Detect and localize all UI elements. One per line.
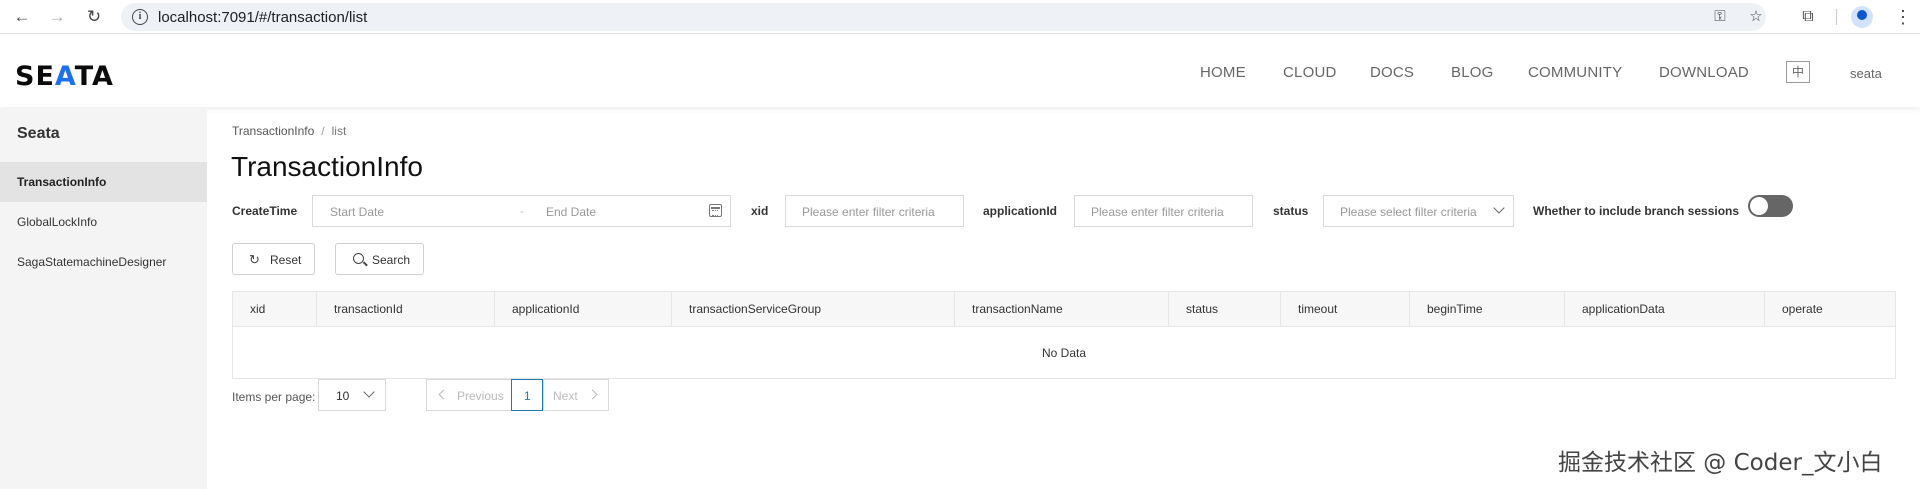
reset-button-label: Reset bbox=[270, 253, 302, 267]
sidebar-item-globallockinfo[interactable]: GlobalLockInfo bbox=[0, 202, 207, 242]
column-header-applicationdata: applicationData bbox=[1565, 292, 1765, 327]
column-header-timeout: timeout bbox=[1281, 292, 1410, 327]
sidebar-title: Seata bbox=[17, 125, 60, 142]
xid-input[interactable]: Please enter filter criteria bbox=[785, 195, 964, 227]
language-switch-button[interactable]: 中 bbox=[1786, 61, 1810, 83]
breadcrumb-separator: / bbox=[321, 124, 325, 138]
address-bar[interactable]: i localhost:7091/#/transaction/list ⚿ ☆ bbox=[121, 3, 1766, 31]
items-per-page-label: Items per page: bbox=[232, 390, 316, 404]
toggle-knob bbox=[1750, 197, 1768, 215]
status-label: status bbox=[1273, 204, 1309, 218]
profile-avatar-icon[interactable] bbox=[1851, 6, 1873, 28]
address-bar-url[interactable]: localhost:7091/#/transaction/list bbox=[158, 9, 367, 26]
nav-download[interactable]: DOWNLOAD bbox=[1659, 64, 1749, 81]
reset-icon: ↻ bbox=[249, 252, 260, 267]
page-number-label: 1 bbox=[524, 389, 531, 403]
applicationid-label: applicationId bbox=[983, 204, 1058, 218]
column-header-applicationid: applicationId bbox=[495, 292, 672, 327]
search-icon bbox=[353, 253, 364, 264]
column-header-xid: xid bbox=[233, 292, 317, 327]
breadcrumb-item-list: list bbox=[331, 124, 347, 138]
xid-input-placeholder[interactable]: Please enter filter criteria bbox=[802, 205, 935, 219]
nav-blog[interactable]: BLOG bbox=[1451, 64, 1493, 81]
table-empty-message: No Data bbox=[1041, 346, 1087, 360]
column-header-transactionservicegroup: transactionServiceGroup bbox=[672, 292, 955, 327]
column-header-begintime: beginTime bbox=[1410, 292, 1565, 327]
calendar-icon[interactable] bbox=[709, 204, 722, 217]
next-page-button[interactable]: Next bbox=[543, 379, 609, 411]
forward-arrow-icon[interactable]: → bbox=[46, 7, 68, 27]
breadcrumb: TransactionInfo / list bbox=[232, 124, 346, 138]
reload-icon[interactable]: ↻ bbox=[83, 7, 105, 27]
transaction-table: xid transactionId applicationId transact… bbox=[232, 291, 1896, 379]
end-date-input[interactable]: End Date bbox=[546, 205, 596, 219]
nav-community[interactable]: COMMUNITY bbox=[1528, 64, 1622, 81]
watermark-text: 掘金技术社区 @ Coder_文小白 bbox=[1558, 450, 1883, 476]
column-header-operate: operate bbox=[1782, 302, 1823, 316]
back-arrow-icon[interactable]: ← bbox=[11, 7, 33, 27]
branch-sessions-label: Whether to include branch sessions bbox=[1533, 204, 1740, 218]
xid-label: xid bbox=[751, 204, 769, 218]
nav-docs[interactable]: DOCS bbox=[1370, 64, 1414, 81]
seata-logo[interactable]: SEATA bbox=[15, 61, 114, 92]
bookmark-star-icon[interactable]: ☆ bbox=[1747, 8, 1765, 26]
user-name[interactable]: seata bbox=[1850, 66, 1882, 81]
toolbar-divider bbox=[1836, 9, 1837, 25]
column-header-transactionname: transactionName bbox=[955, 292, 1169, 327]
applicationid-input-placeholder[interactable]: Please enter filter criteria bbox=[1091, 205, 1224, 219]
nav-cloud[interactable]: CLOUD bbox=[1283, 64, 1337, 81]
breadcrumb-item-transactioninfo[interactable]: TransactionInfo bbox=[232, 124, 314, 138]
column-header-status: status bbox=[1169, 292, 1281, 327]
previous-page-button[interactable]: Previous bbox=[426, 379, 512, 411]
items-per-page-value: 10 bbox=[336, 389, 350, 403]
browser-menu-icon[interactable]: ⋮ bbox=[1894, 6, 1912, 28]
items-per-page-select[interactable]: 10 bbox=[318, 379, 386, 411]
createtime-label: CreateTime bbox=[232, 204, 298, 218]
column-header-transactionid: transactionId bbox=[317, 292, 495, 327]
sidebar-item-transactioninfo[interactable]: TransactionInfo bbox=[0, 162, 207, 202]
next-page-label: Next bbox=[553, 389, 578, 403]
site-info-icon[interactable]: i bbox=[132, 9, 148, 25]
date-range-picker[interactable]: Start Date - End Date bbox=[312, 195, 731, 227]
sidebar: Seata TransactionInfo GlobalLockInfo Sag… bbox=[0, 108, 207, 489]
search-button[interactable]: Search bbox=[335, 243, 424, 275]
reset-button[interactable]: ↻ Reset bbox=[232, 243, 315, 275]
page-title: TransactionInfo bbox=[231, 151, 423, 182]
date-range-separator: - bbox=[520, 204, 524, 218]
browser-toolbar: ← → ↻ i localhost:7091/#/transaction/lis… bbox=[0, 0, 1920, 34]
key-icon[interactable]: ⚿ bbox=[1711, 8, 1729, 26]
chevron-left-icon bbox=[438, 389, 449, 400]
status-select-placeholder[interactable]: Please select filter criteria bbox=[1340, 205, 1477, 219]
chevron-right-icon bbox=[587, 389, 598, 400]
table-header: xid transactionId applicationId transact… bbox=[233, 292, 1895, 327]
app-header: SEATA HOME CLOUD DOCS BLOG COMMUNITY DOW… bbox=[0, 35, 1920, 107]
chevron-down-icon bbox=[363, 386, 375, 398]
extensions-icon[interactable]: ⧉ bbox=[1797, 6, 1819, 28]
previous-page-label: Previous bbox=[457, 389, 504, 403]
applicationid-input[interactable]: Please enter filter criteria bbox=[1074, 195, 1253, 227]
search-button-label: Search bbox=[372, 253, 411, 267]
page-button-1[interactable]: 1 bbox=[511, 379, 543, 411]
sidebar-item-sagastatemachinedesigner[interactable]: SagaStatemachineDesigner bbox=[0, 242, 207, 282]
status-select[interactable]: Please select filter criteria bbox=[1323, 195, 1514, 227]
branch-sessions-toggle[interactable] bbox=[1748, 195, 1793, 217]
start-date-input[interactable]: Start Date bbox=[330, 205, 384, 219]
nav-home[interactable]: HOME bbox=[1200, 64, 1246, 81]
chevron-down-icon bbox=[1493, 202, 1505, 214]
